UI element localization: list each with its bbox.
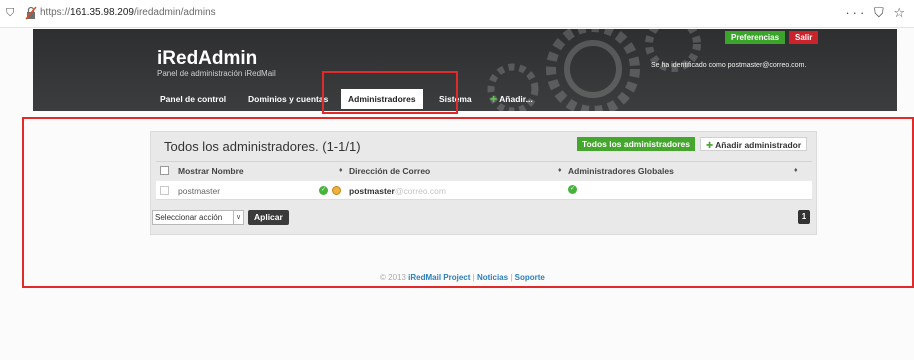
app-header: iRedAdmin Panel de administración iRedMa… xyxy=(33,29,897,111)
nav-add[interactable]: ✚ Añadir... xyxy=(490,89,533,109)
logged-in-identity: Se ha identificado como postmaster@corre… xyxy=(651,62,807,69)
plus-icon: ✚ xyxy=(490,94,498,104)
app-logo[interactable]: iRedAdmin xyxy=(157,48,257,70)
shield-icon[interactable]: ⛉ xyxy=(6,7,17,20)
highlight-box-content xyxy=(22,117,914,288)
preferences-button[interactable]: Preferencias xyxy=(725,31,786,44)
nav-add-label: Añadir... xyxy=(499,94,533,104)
browser-url-bar[interactable]: ⛉ https://161.35.98.209/iredadmin/admins… xyxy=(0,0,914,28)
nav-dashboard[interactable]: Panel de control xyxy=(160,89,226,109)
url-host: 161.35.98.209 xyxy=(70,7,134,18)
nav-domains-accounts[interactable]: Dominios y cuentas xyxy=(248,89,328,109)
insecure-lock-icon[interactable] xyxy=(25,6,37,20)
highlight-box-nav xyxy=(322,71,458,114)
url-path: /iredadmin/admins xyxy=(133,7,216,18)
url-text[interactable]: https://161.35.98.209/iredadmin/admins xyxy=(40,7,216,18)
url-prefix: https:// xyxy=(40,7,71,18)
app-subtitle: Panel de administración iRedMail xyxy=(157,69,276,78)
page-actions-icon[interactable]: ··· xyxy=(845,5,867,20)
bookmark-star-icon[interactable]: ☆ xyxy=(893,5,908,20)
pocket-icon[interactable]: ⛉ xyxy=(874,5,887,20)
browser-tools: ··· ⛉ ☆ xyxy=(845,5,908,21)
logout-button[interactable]: Salir xyxy=(789,31,819,44)
